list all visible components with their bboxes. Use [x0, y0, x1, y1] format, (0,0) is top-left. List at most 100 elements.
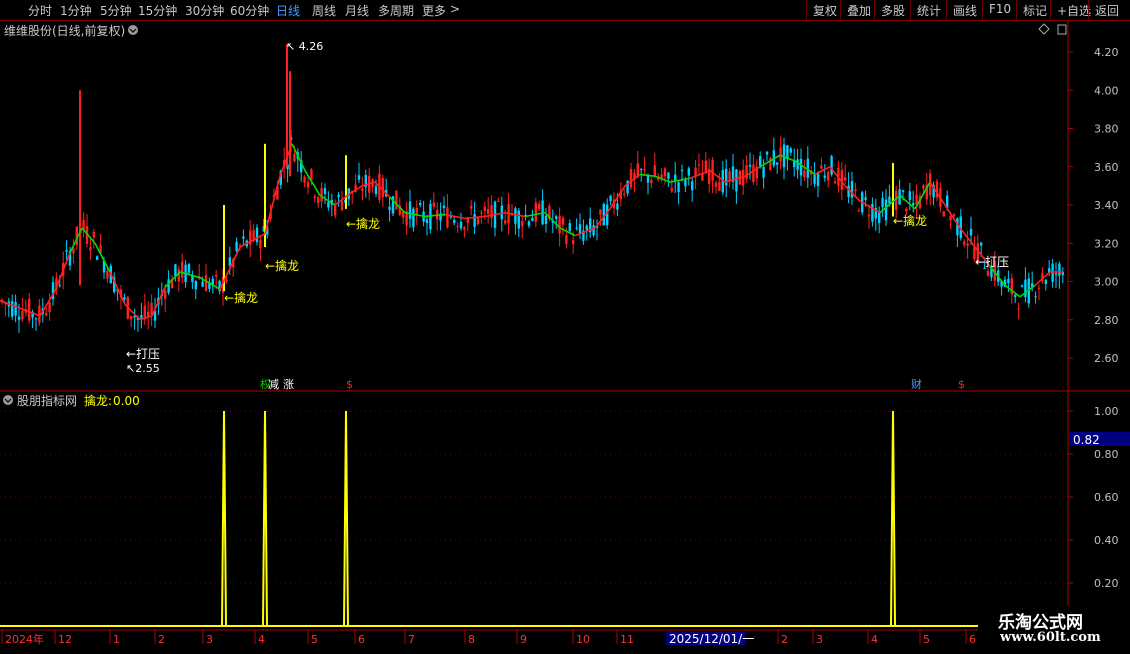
- main-ytick-label: 3.80: [1094, 123, 1119, 136]
- candle-body: [748, 164, 752, 167]
- candle-body: [174, 264, 177, 277]
- candle-body: [225, 279, 228, 282]
- candle-body: [48, 302, 51, 313]
- candle-body: [908, 191, 911, 201]
- candle-body: [303, 176, 306, 183]
- toolbar-button-3[interactable]: 统计: [910, 0, 947, 20]
- period-tab-10[interactable]: 更多: [422, 2, 446, 19]
- toolbar-button-4[interactable]: 画线: [946, 0, 983, 20]
- candle-body: [21, 310, 24, 320]
- candle-body: [334, 204, 337, 216]
- candle-body: [521, 221, 524, 227]
- period-tab-3[interactable]: 15分钟: [138, 2, 177, 19]
- period-tab-4[interactable]: 30分钟: [185, 2, 224, 19]
- candle-body: [762, 166, 765, 178]
- event-marker[interactable]: 减: [268, 378, 279, 391]
- candle-body: [830, 156, 833, 175]
- candle-body: [558, 216, 561, 234]
- candle-body: [313, 196, 316, 199]
- period-tab-0[interactable]: 分时: [28, 2, 52, 19]
- event-marker[interactable]: 涨: [283, 378, 294, 391]
- main-ytick-label: 2.60: [1094, 352, 1119, 365]
- ma-segment: [669, 177, 691, 183]
- candle-body: [34, 318, 38, 320]
- time-label: 5: [923, 633, 930, 646]
- candle-body: [235, 241, 238, 252]
- panel-settings-icon[interactable]: [1057, 24, 1067, 35]
- candle-body: [106, 270, 109, 279]
- candle-body: [164, 290, 167, 300]
- indicator-spike: [221, 410, 227, 627]
- candle-body: [752, 164, 755, 182]
- candle-body: [1024, 279, 1027, 298]
- candle-body: [888, 196, 891, 204]
- period-tab-6[interactable]: 日线: [276, 2, 300, 19]
- candle-body: [11, 301, 14, 317]
- candle-body: [966, 243, 969, 246]
- candle-body: [228, 257, 231, 266]
- candle-body: [640, 168, 643, 170]
- toolbar-button-2[interactable]: 多股: [874, 0, 911, 20]
- chevron-down-icon[interactable]: [3, 395, 13, 405]
- candle-body: [884, 199, 888, 221]
- candle-body: [820, 165, 823, 169]
- toolbar-button-0[interactable]: 复权: [806, 0, 843, 20]
- signal-label: ←擒龙: [224, 290, 258, 305]
- candle-body: [823, 175, 826, 178]
- candle-body: [534, 202, 537, 222]
- candle-body: [606, 204, 609, 226]
- main-ytick-label: 4.00: [1094, 84, 1119, 97]
- candle-body: [480, 212, 483, 214]
- candle-body: [96, 256, 99, 260]
- period-tab-7[interactable]: 周线: [312, 2, 336, 19]
- ma-segment: [404, 211, 426, 218]
- candle-body: [969, 228, 973, 236]
- event-marker[interactable]: $: [958, 378, 965, 391]
- toolbar-button-8[interactable]: 返回: [1088, 0, 1125, 20]
- candle-body: [816, 173, 820, 187]
- kline-chart[interactable]: 4.20 4.00 3.80 3.60 3.40 3.20 3.00 2.80 2.60 1.00…: [0, 21, 1130, 650]
- indicator-ytick-label: 0.40: [1094, 534, 1119, 547]
- candle-body: [980, 242, 983, 246]
- diamond-icon[interactable]: [1038, 23, 1050, 35]
- toolbar-button-5[interactable]: F10: [982, 0, 1017, 20]
- candle-body: [684, 180, 687, 187]
- candle-body: [14, 301, 17, 316]
- candle-body: [653, 165, 656, 176]
- period-tab-8[interactable]: 月线: [345, 2, 369, 19]
- candle-body: [905, 208, 908, 212]
- more-arrow-icon[interactable]: >: [450, 2, 460, 16]
- time-label: 6: [358, 633, 365, 646]
- candle-body: [779, 147, 782, 162]
- candle-body: [670, 188, 673, 192]
- candle-body: [242, 236, 245, 239]
- main-ytick-label: 3.00: [1094, 276, 1119, 289]
- candle-body: [922, 185, 925, 189]
- candle-body: [697, 164, 701, 166]
- candle-body: [456, 225, 459, 227]
- candle-body: [850, 181, 854, 198]
- period-tab-9[interactable]: 多周期: [378, 2, 414, 19]
- period-tab-1[interactable]: 1分钟: [60, 2, 92, 19]
- candles-layer: [0, 44, 1064, 333]
- candle-body: [527, 221, 531, 226]
- time-label: 1: [113, 633, 120, 646]
- period-tab-5[interactable]: 60分钟: [230, 2, 269, 19]
- chevron-down-icon[interactable]: [128, 25, 138, 35]
- candle-body: [714, 182, 718, 187]
- candle-body: [89, 247, 92, 251]
- main-ytick-label: 3.60: [1094, 161, 1119, 174]
- time-label: 2: [781, 633, 788, 646]
- candle-body: [408, 201, 412, 219]
- candle-body: [718, 182, 721, 191]
- main-panel-title: 维维股份(日线,前复权): [4, 23, 125, 38]
- candle-body: [181, 261, 184, 278]
- toolbar-button-1[interactable]: 叠加: [840, 0, 877, 20]
- toolbar-button-6[interactable]: 标记: [1016, 0, 1053, 20]
- candle-body: [191, 275, 194, 283]
- event-marker[interactable]: $: [346, 378, 353, 391]
- signal-label: ←打压: [126, 347, 160, 361]
- candle-body: [572, 240, 575, 245]
- period-tab-2[interactable]: 5分钟: [100, 2, 132, 19]
- event-marker[interactable]: 财: [911, 377, 922, 391]
